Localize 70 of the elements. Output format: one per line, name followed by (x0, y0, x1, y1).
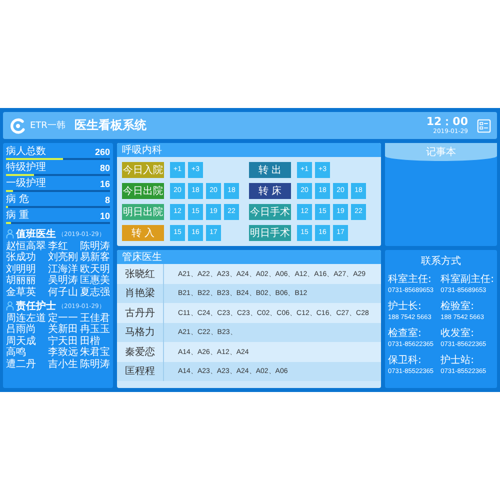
staff-name: 李红 (48, 241, 69, 252)
contact-label: 保卫科: (388, 355, 422, 367)
staff-name: 田楷 (80, 336, 100, 347)
staff-name: 遭二丹 (6, 358, 37, 370)
staff-name: 江海洋 (48, 264, 78, 275)
section-title: 值班医生 (16, 228, 56, 240)
logo-text: ETR一韩 (30, 120, 66, 132)
contact-label: 检查室: (388, 328, 422, 340)
stat-value: 80 (100, 162, 110, 172)
contact-label: 科室主任: (388, 274, 432, 286)
staff-name: 匡惠美 (80, 275, 110, 286)
status-label: 转 床 (249, 182, 291, 198)
status-label: 转 出 (249, 162, 291, 178)
staff-name: 吉小生 (48, 358, 78, 370)
staff-name: 宁天田 (48, 336, 78, 347)
stat-value: 260 (94, 146, 110, 156)
stat-label: 病 重 (6, 210, 30, 221)
staff-name: 刘明明 (6, 264, 37, 275)
staff-name: 定一一 (48, 313, 78, 324)
stat-value: 10 (100, 210, 110, 220)
staff-name: 周天成 (6, 336, 37, 347)
status-label: 明日出院 (122, 204, 164, 220)
status-label: 转 入 (122, 224, 164, 240)
contact-label: 检验室: (440, 301, 475, 313)
app-title: 医生看板系统 (74, 117, 146, 134)
card-title: 呼吸内科 (122, 144, 162, 157)
status-label: 今日出院 (122, 182, 164, 198)
stat-label: 病人总数 (6, 146, 46, 157)
staff-name: 朱君宝 (80, 347, 110, 359)
status-label: 今日入院 (122, 162, 164, 178)
contact-label: 收发室: (440, 328, 475, 340)
logo-icon (9, 116, 27, 134)
staff-name: 欧天明 (80, 264, 110, 275)
stat-value: 16 (100, 178, 110, 188)
stat-label: 病 危 (6, 194, 30, 205)
status-label: 今日手术 (249, 204, 291, 220)
list-icon[interactable] (477, 118, 491, 132)
contact-label: 护士站: (440, 355, 475, 367)
staff-name: 李致远 (48, 347, 78, 358)
staff-name: 王佳君 (80, 313, 110, 324)
stat-label: 一级护理 (6, 178, 46, 189)
contact-label: 护士长: (388, 301, 422, 313)
stat-label: 特级护理 (6, 162, 46, 173)
staff-name: 关新田 (48, 324, 78, 336)
staff-name: 陈明涛 (80, 358, 110, 370)
staff-name: 冉玉玉 (80, 324, 110, 336)
staff-name: 吕雨尚 (6, 324, 37, 336)
person-icon (6, 229, 14, 239)
staff-name: 赵恒高翠 (6, 241, 46, 252)
notes-title: 记事本 (426, 146, 456, 159)
staff-name: 周连左道 (6, 313, 46, 324)
contacts-title: 联系方式 (420, 254, 462, 268)
staff-name: 何子山 (48, 286, 78, 298)
doctor-name: 匡程程 (117, 362, 164, 381)
clock-time: 12：00 (426, 116, 468, 128)
person-icon (6, 301, 14, 312)
staff-name: 吴明涛 (48, 275, 78, 286)
staff-name: 胡丽丽 (6, 275, 37, 286)
contact-label: 科室副主任: (440, 274, 494, 286)
staff-name: 陈明涛 (80, 241, 110, 252)
staff-name: 张成功 (6, 252, 37, 264)
section-title: 责任护士 (16, 299, 56, 312)
staff-name: 高鸣 (6, 347, 27, 358)
staff-name: 夏志强 (80, 286, 110, 298)
card-title: 管床医生 (122, 250, 162, 264)
staff-name: 金草英 (6, 286, 37, 298)
staff-name: 刘亮刚 (48, 252, 78, 264)
staff-name: 易新客 (80, 252, 110, 264)
status-label: 明日手术 (249, 224, 291, 240)
stat-value: 8 (104, 194, 110, 204)
